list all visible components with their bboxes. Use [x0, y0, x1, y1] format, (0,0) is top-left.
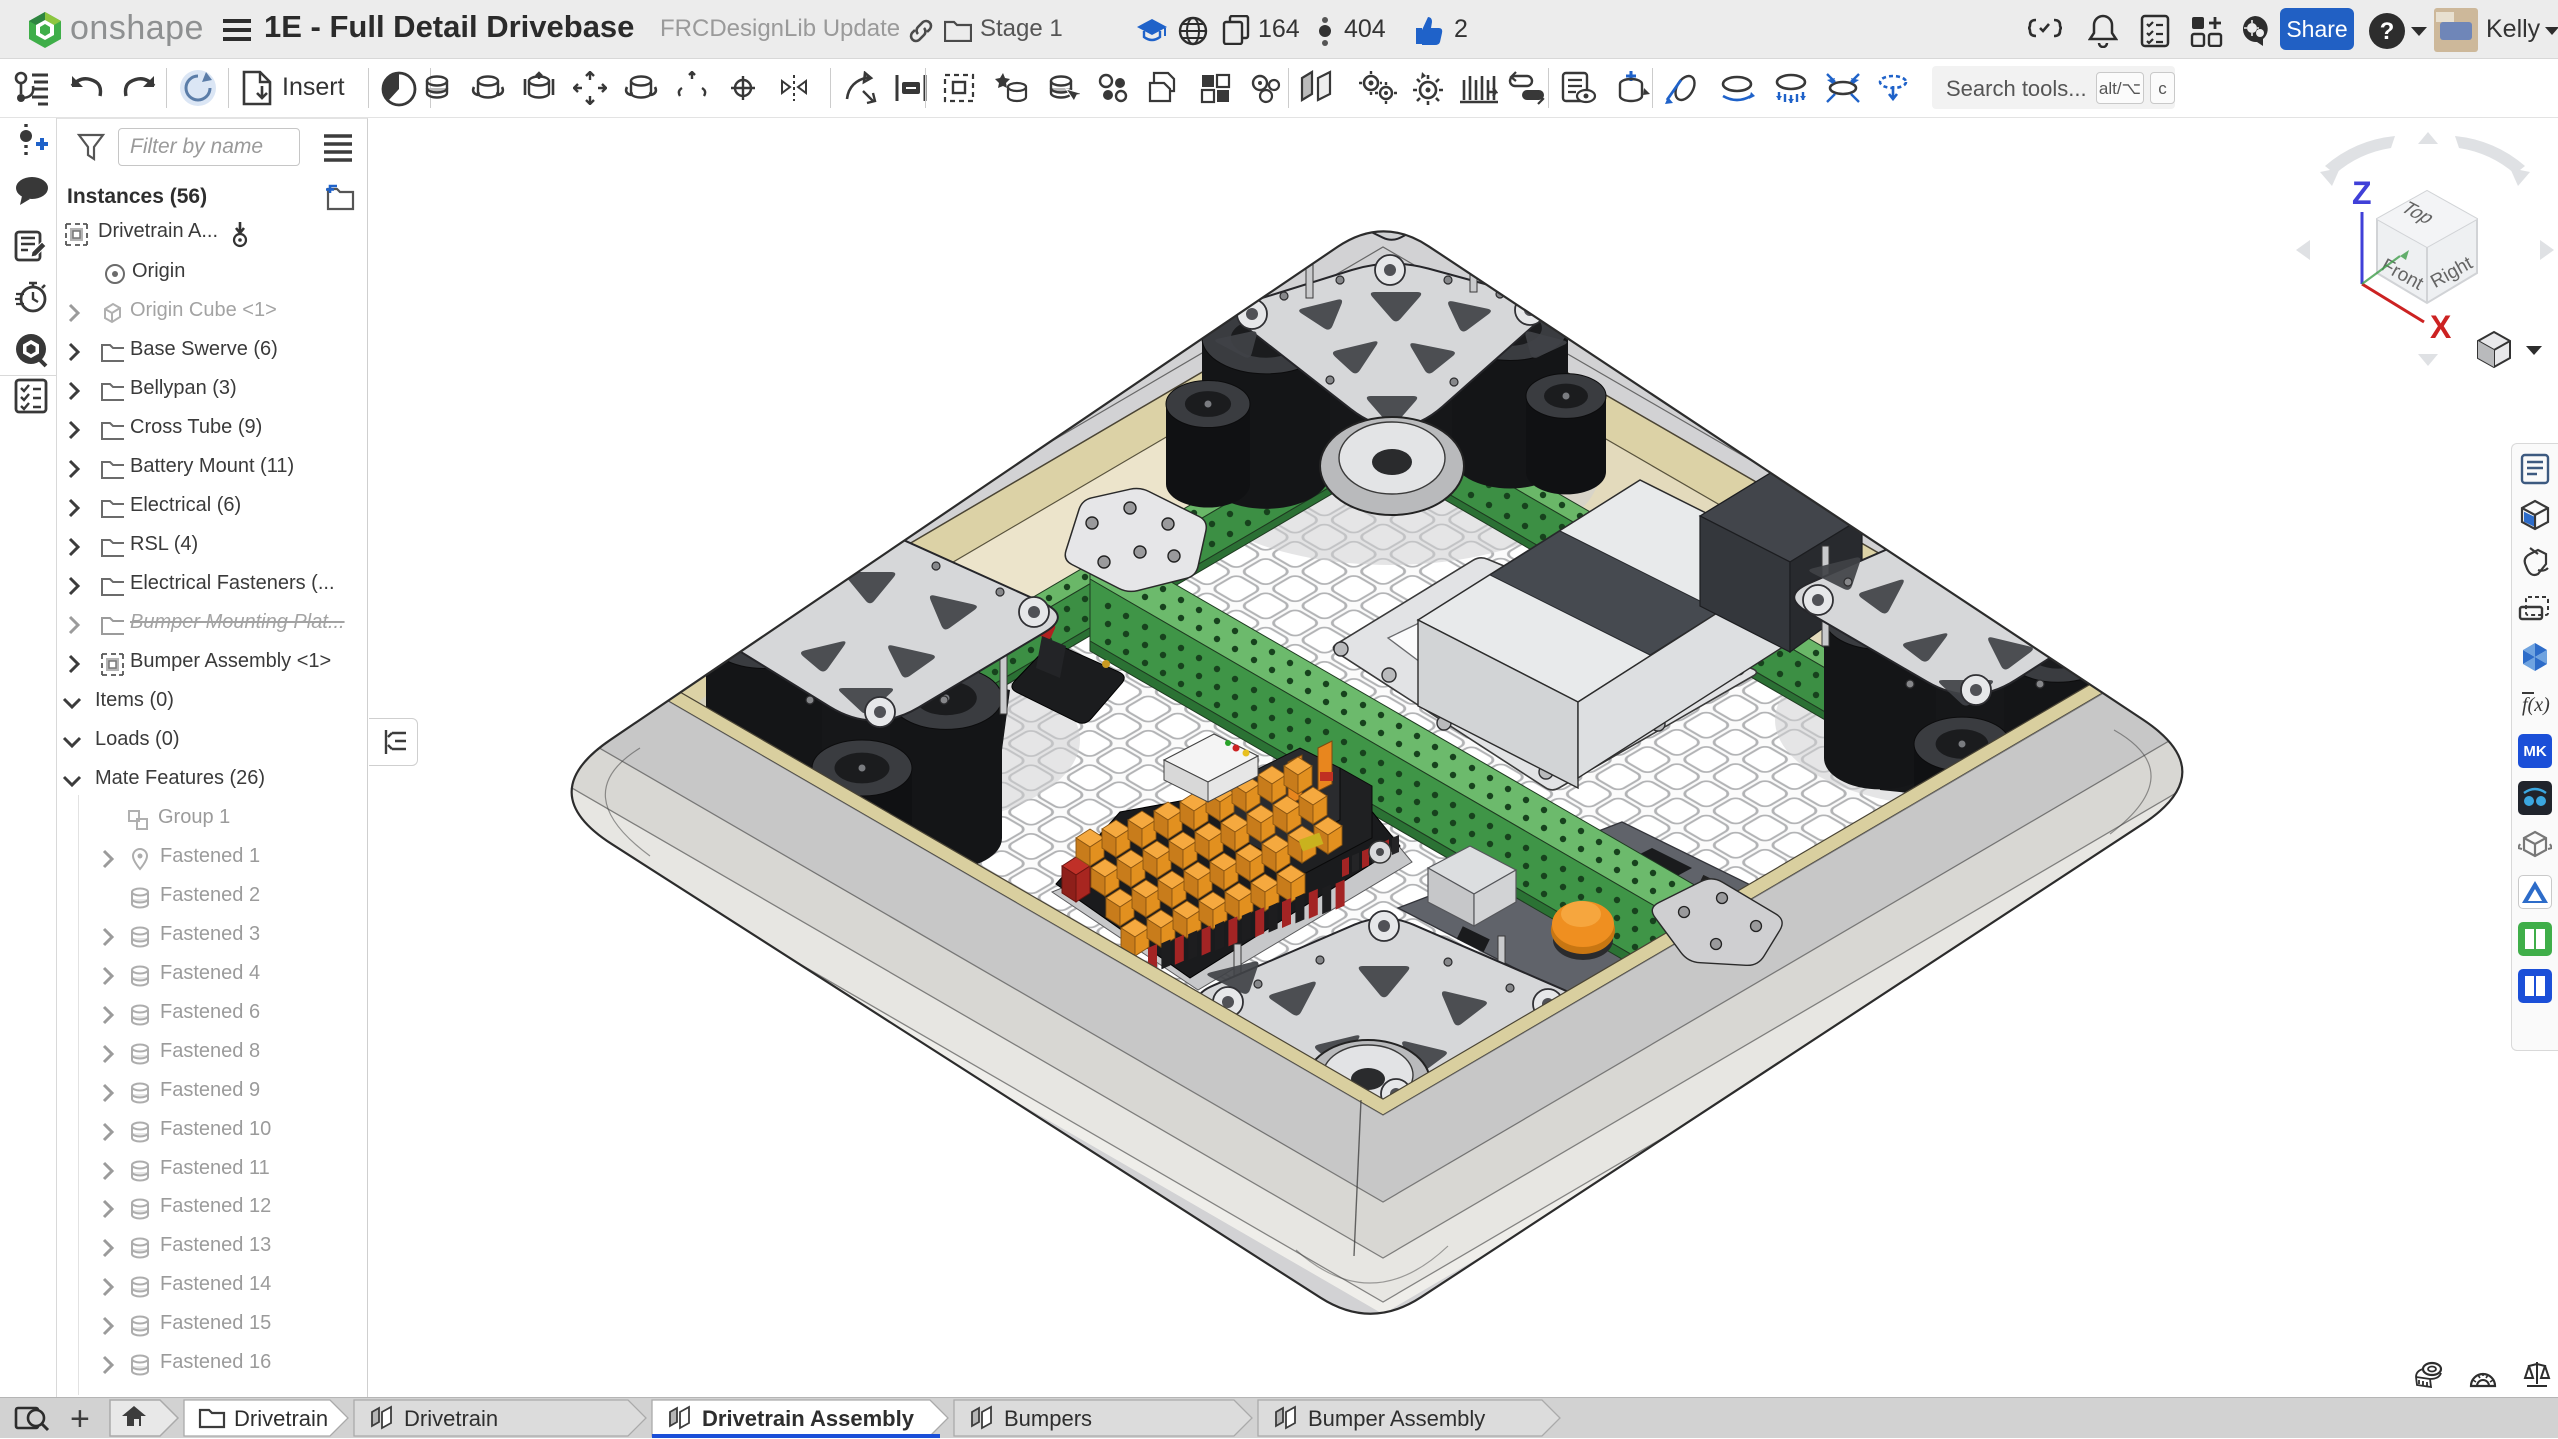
- svg-text:Z: Z: [2352, 175, 2372, 211]
- svg-text:?: ?: [2380, 18, 2395, 45]
- svg-text:f(x): f(x): [2522, 694, 2550, 716]
- svg-text:X: X: [2430, 309, 2452, 345]
